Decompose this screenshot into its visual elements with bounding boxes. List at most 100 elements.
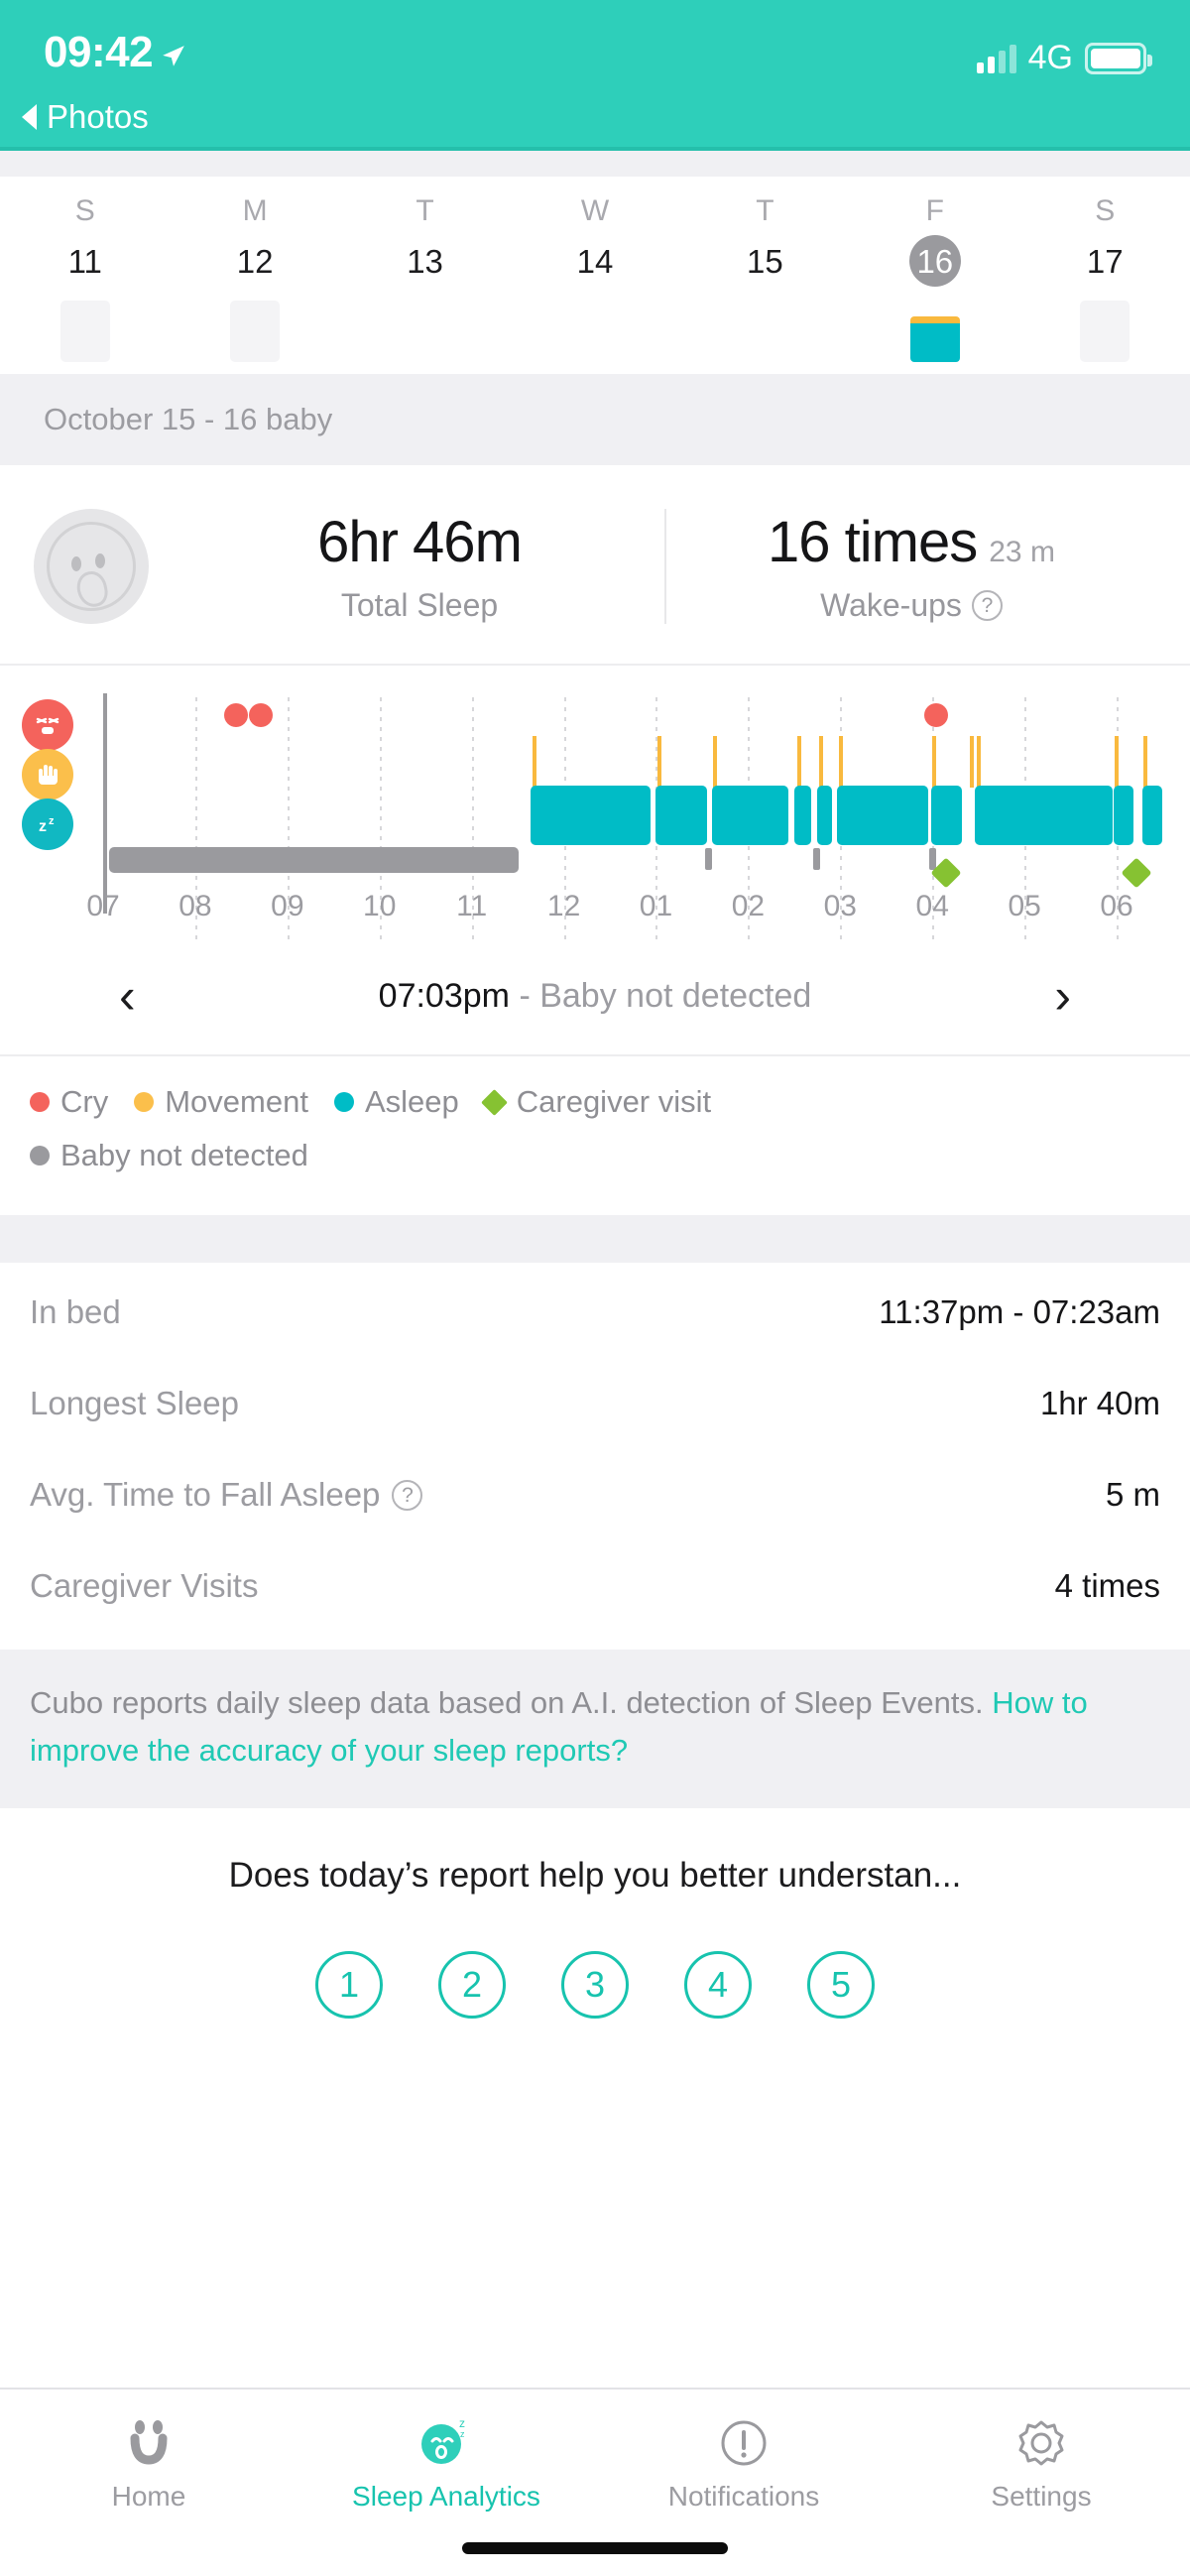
rating-button-4[interactable]: 4 xyxy=(684,1951,752,2020)
calendar-day-6[interactable]: S xyxy=(1020,188,1190,233)
timeline-asleep-bar xyxy=(712,786,788,845)
timeline-movement-tick xyxy=(969,736,974,788)
accuracy-note: Cubo reports daily sleep data based on A… xyxy=(0,1650,1190,1809)
table-row: In bed 11:37pm - 07:23am xyxy=(30,1267,1160,1358)
timeline-asleep-bar xyxy=(531,786,652,845)
calendar-date-cell-16[interactable]: 16 xyxy=(850,233,1019,289)
calendar-mini-bar-cell xyxy=(510,301,679,362)
calendar-day-3[interactable]: W xyxy=(510,188,679,233)
calendar-date-label: 17 xyxy=(1086,242,1124,280)
survey-section: Does today’s report help you better unde… xyxy=(0,1808,1190,2020)
legend-label: Caregiver visit xyxy=(516,1084,712,1119)
tab-settings[interactable]: Settings xyxy=(892,2411,1190,2513)
timeline-movement-tick xyxy=(839,736,844,788)
calendar-date-cell-17[interactable]: 17 xyxy=(1020,233,1190,289)
timeline-movement-tick xyxy=(713,736,718,788)
x-axis-tick-label: 02 xyxy=(731,890,766,922)
calendar-date-label: 11 xyxy=(67,242,102,280)
calendar-mini-bar-cell xyxy=(170,301,339,362)
tab-sleep-analytics[interactable]: z z Sleep Analytics xyxy=(298,2411,595,2513)
legend-label: Movement xyxy=(165,1084,308,1119)
rating-button-1[interactable]: 1 xyxy=(315,1951,383,2020)
accuracy-note-text: Cubo reports daily sleep data based on A… xyxy=(30,1685,993,1720)
section-gap xyxy=(0,1215,1190,1263)
question-mark-icon[interactable]: ? xyxy=(392,1479,423,1511)
x-axis-tick-label: 09 xyxy=(271,890,304,922)
svg-text:z: z xyxy=(460,2429,465,2439)
timeline-movement-tick xyxy=(1114,736,1119,788)
total-sleep-label: Total Sleep xyxy=(340,587,499,623)
calendar-dow-label: T xyxy=(756,194,774,227)
rating-button-3[interactable]: 3 xyxy=(561,1951,629,2020)
tab-label: Settings xyxy=(991,2481,1092,2512)
tab-notifications[interactable]: Notifications xyxy=(595,2411,892,2513)
cry-dot-icon xyxy=(30,1092,50,1112)
calendar-mini-bar-empty xyxy=(1080,301,1130,362)
calendar-date-cell-12[interactable]: 12 xyxy=(170,233,339,289)
calendar-date-label: 14 xyxy=(576,242,614,280)
legend-item-cry: Cry xyxy=(30,1084,108,1120)
calendar-strip: S M T W T F S 11 12 13 14 15 16 17 xyxy=(0,177,1190,374)
calendar-date-cell-15[interactable]: 15 xyxy=(680,233,850,289)
timeline-asleep-bar xyxy=(931,786,963,845)
calendar-day-1[interactable]: M xyxy=(170,188,339,233)
wakeups-stat: 16 times 23 m Wake-ups ? xyxy=(664,509,1156,624)
calendar-dow-row: S M T W T F S xyxy=(0,188,1190,233)
date-range-label: October 15 - 16 baby xyxy=(0,374,1190,465)
total-sleep-value: 6hr 46m xyxy=(317,510,523,574)
timeline-asleep-bar xyxy=(794,786,812,845)
calendar-day-5[interactable]: F xyxy=(850,188,1019,233)
calendar-date-label-selected: 16 xyxy=(908,235,961,287)
wakeups-value: 16 times xyxy=(768,510,978,574)
calendar-mini-bar-selected xyxy=(909,316,960,362)
calendar-mini-bar-cell xyxy=(0,301,170,362)
calendar-dow-label: F xyxy=(925,194,944,227)
calendar-day-4[interactable]: T xyxy=(680,188,850,233)
stat-value: 1hr 40m xyxy=(1039,1385,1160,1421)
calendar-date-cell-14[interactable]: 14 xyxy=(510,233,679,289)
home-indicator xyxy=(462,2542,728,2554)
stat-label: Caregiver Visits xyxy=(30,1567,259,1604)
calendar-mini-bars-row xyxy=(0,289,1190,374)
timeline-plot-area[interactable]: 07 08 09 10 11 12 01 02 03 04 05 06 xyxy=(86,691,1162,949)
calendar-dow-label: T xyxy=(416,194,434,227)
chevron-right-icon[interactable]: › xyxy=(1054,971,1071,1021)
timeline-not-detected-tick xyxy=(812,848,820,870)
timeline-event-label: 07:03pm - Baby not detected xyxy=(379,977,812,1016)
network-label: 4G xyxy=(1027,39,1073,76)
status-bar: 09:42 4G xyxy=(0,0,1190,87)
x-axis-tick-label: 03 xyxy=(823,890,857,922)
sleep-timeline-chart: z z 07 08 09 10 11 12 01 02 03 04 05 06 xyxy=(0,666,1190,949)
status-time: 09:42 xyxy=(44,28,154,76)
calendar-top-spacer xyxy=(0,151,1190,177)
tab-home[interactable]: Home xyxy=(0,2411,298,2513)
timeline-asleep-bar xyxy=(1113,786,1134,845)
rating-button-2[interactable]: 2 xyxy=(438,1951,506,2020)
stat-label: Avg. Time to Fall Asleep xyxy=(30,1476,381,1513)
movement-hand-icon xyxy=(22,749,73,800)
asleep-zzz-icon: z z xyxy=(22,798,73,850)
timeline-not-detected-tick xyxy=(704,848,712,870)
calendar-dow-label: S xyxy=(74,194,95,227)
x-axis-tick-label: 07 xyxy=(86,890,120,922)
calendar-day-0[interactable]: S xyxy=(0,188,170,233)
calendar-mini-bar-cell xyxy=(680,301,850,362)
calendar-date-cell-11[interactable]: 11 xyxy=(0,233,170,289)
calendar-dow-label: M xyxy=(242,194,268,227)
calendar-day-2[interactable]: T xyxy=(340,188,510,233)
stat-value: 4 times xyxy=(1054,1567,1160,1604)
timeline-asleep-bar xyxy=(655,786,707,845)
rating-button-5[interactable]: 5 xyxy=(807,1951,875,2020)
calendar-date-cell-13[interactable]: 13 xyxy=(340,233,510,289)
x-axis-tick-label: 10 xyxy=(363,890,397,922)
calendar-mini-bar-empty xyxy=(230,301,281,362)
timeline-x-axis: 07 08 09 10 11 12 01 02 03 04 05 06 xyxy=(86,890,1162,939)
status-bar-left: 09:42 xyxy=(44,28,186,77)
chevron-left-icon[interactable]: ‹ xyxy=(119,971,136,1021)
question-mark-icon[interactable]: ? xyxy=(971,590,1003,621)
timeline-asleep-bar xyxy=(974,786,1113,845)
timeline-event-separator: - xyxy=(510,976,540,1015)
table-row: Caregiver Visits 4 times xyxy=(30,1540,1160,1632)
x-axis-tick-label: 12 xyxy=(546,890,581,922)
back-nav-button[interactable]: Photos xyxy=(0,87,1190,147)
